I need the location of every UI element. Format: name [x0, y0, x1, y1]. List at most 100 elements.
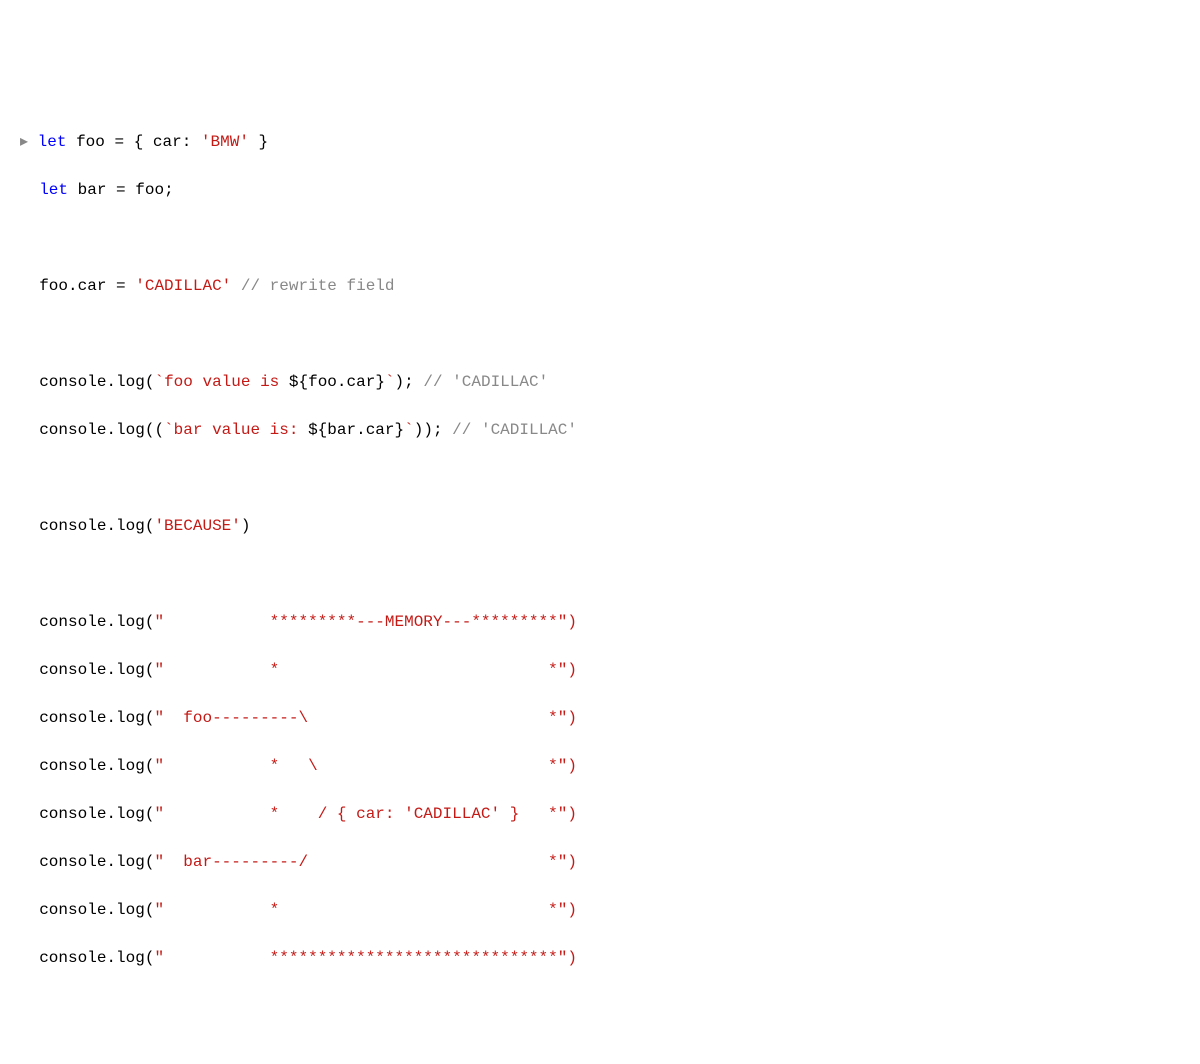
method-log: log	[116, 613, 145, 631]
space	[231, 277, 241, 295]
expr-open: ${	[308, 421, 327, 439]
ascii-line-7: console.log(" * *")	[20, 898, 1180, 922]
console-object: console	[39, 757, 106, 775]
ascii-art-bottom: ******************************	[164, 949, 558, 967]
ascii-art: * *	[164, 901, 558, 919]
paren-open: ((	[145, 421, 164, 439]
blank-line	[20, 322, 1180, 346]
ascii-art-bar: bar---------/ *	[164, 853, 558, 871]
indent	[20, 949, 39, 967]
indent	[20, 709, 39, 727]
console-object: console	[39, 421, 106, 439]
dot: .	[337, 373, 347, 391]
ascii-art-foo: foo---------\ *	[164, 709, 558, 727]
ascii-line-4: console.log(" * \ *")	[20, 754, 1180, 778]
property-car: car	[153, 133, 182, 151]
dot: .	[68, 277, 78, 295]
console-object: console	[39, 613, 106, 631]
comment-rewrite: // rewrite field	[241, 277, 395, 295]
quote: "	[154, 709, 164, 727]
indent	[20, 901, 39, 919]
paren-open: (	[145, 709, 155, 727]
dot: .	[106, 661, 116, 679]
keyword-let: let	[39, 181, 68, 199]
paren-open: (	[145, 853, 155, 871]
indent	[20, 661, 39, 679]
comment-cadillac: // 'CADILLAC'	[423, 373, 548, 391]
identifier-bar: bar	[78, 181, 107, 199]
quote: "	[154, 853, 164, 871]
console-object: console	[39, 661, 106, 679]
quote: "	[154, 949, 164, 967]
dot: .	[106, 421, 116, 439]
ascii-line-5: console.log(" * / { car: 'CADILLAC' } *"…	[20, 802, 1180, 826]
dot: .	[106, 901, 116, 919]
property-car: car	[366, 421, 395, 439]
console-object: console	[39, 373, 106, 391]
indent	[20, 181, 39, 199]
identifier-foo: foo	[308, 373, 337, 391]
console-object: console	[39, 949, 106, 967]
quote-close: ")	[558, 805, 577, 823]
identifier-bar: bar	[327, 421, 356, 439]
quote-close: ")	[558, 709, 577, 727]
identifier-foo: foo	[135, 181, 164, 199]
dot: .	[106, 757, 116, 775]
indent	[20, 757, 39, 775]
ascii-art-memory: *********---MEMORY---*********	[164, 613, 558, 631]
string-cadillac: 'CADILLAC'	[135, 277, 231, 295]
brace-close: }	[249, 133, 268, 151]
console-object: console	[39, 517, 106, 535]
paren-open: (	[145, 805, 155, 823]
indent	[20, 613, 39, 631]
template-text: bar value is:	[174, 421, 308, 439]
equals: =	[105, 133, 134, 151]
brace-open: {	[134, 133, 153, 151]
paren-open: (	[145, 901, 155, 919]
identifier-foo: foo	[76, 133, 105, 151]
dot: .	[106, 613, 116, 631]
indent	[20, 805, 39, 823]
quote-close: ")	[558, 949, 577, 967]
code-line-9: console.log('BECAUSE')	[20, 514, 1180, 538]
console-object: console	[39, 709, 106, 727]
quote: "	[154, 901, 164, 919]
indent	[20, 853, 39, 871]
quote-close: ")	[558, 901, 577, 919]
indent	[20, 277, 39, 295]
space	[414, 373, 424, 391]
colon: :	[182, 133, 201, 151]
code-line-7: console.log((`bar value is: ${bar.car}`)…	[20, 418, 1180, 442]
indent	[20, 373, 39, 391]
paren-close: )	[241, 517, 251, 535]
equals: =	[106, 277, 135, 295]
property-car: car	[78, 277, 107, 295]
expr-close: }	[375, 373, 385, 391]
paren-open: (	[145, 757, 155, 775]
prompt-marker: ▸	[20, 133, 38, 151]
code-block: ▸ let foo = { car: 'BMW' } let bar = foo…	[20, 106, 1180, 994]
backtick: `	[164, 421, 174, 439]
space	[443, 421, 453, 439]
quote: "	[154, 661, 164, 679]
quote-close: ")	[558, 613, 577, 631]
dot: .	[106, 949, 116, 967]
dot: .	[106, 517, 116, 535]
keyword-let: let	[38, 133, 67, 151]
paren-open: (	[145, 661, 155, 679]
backtick: `	[385, 373, 395, 391]
blank-line	[20, 466, 1180, 490]
quote-close: ")	[558, 853, 577, 871]
quote: "	[154, 757, 164, 775]
console-object: console	[39, 805, 106, 823]
dot: .	[106, 373, 116, 391]
code-line-2: let bar = foo;	[20, 178, 1180, 202]
backtick: `	[404, 421, 414, 439]
identifier-foo: foo	[39, 277, 68, 295]
method-log: log	[116, 853, 145, 871]
console-object: console	[39, 901, 106, 919]
code-line-6: console.log(`foo value is ${foo.car}`); …	[20, 370, 1180, 394]
property-car: car	[347, 373, 376, 391]
paren-open: (	[145, 613, 155, 631]
method-log: log	[116, 757, 145, 775]
